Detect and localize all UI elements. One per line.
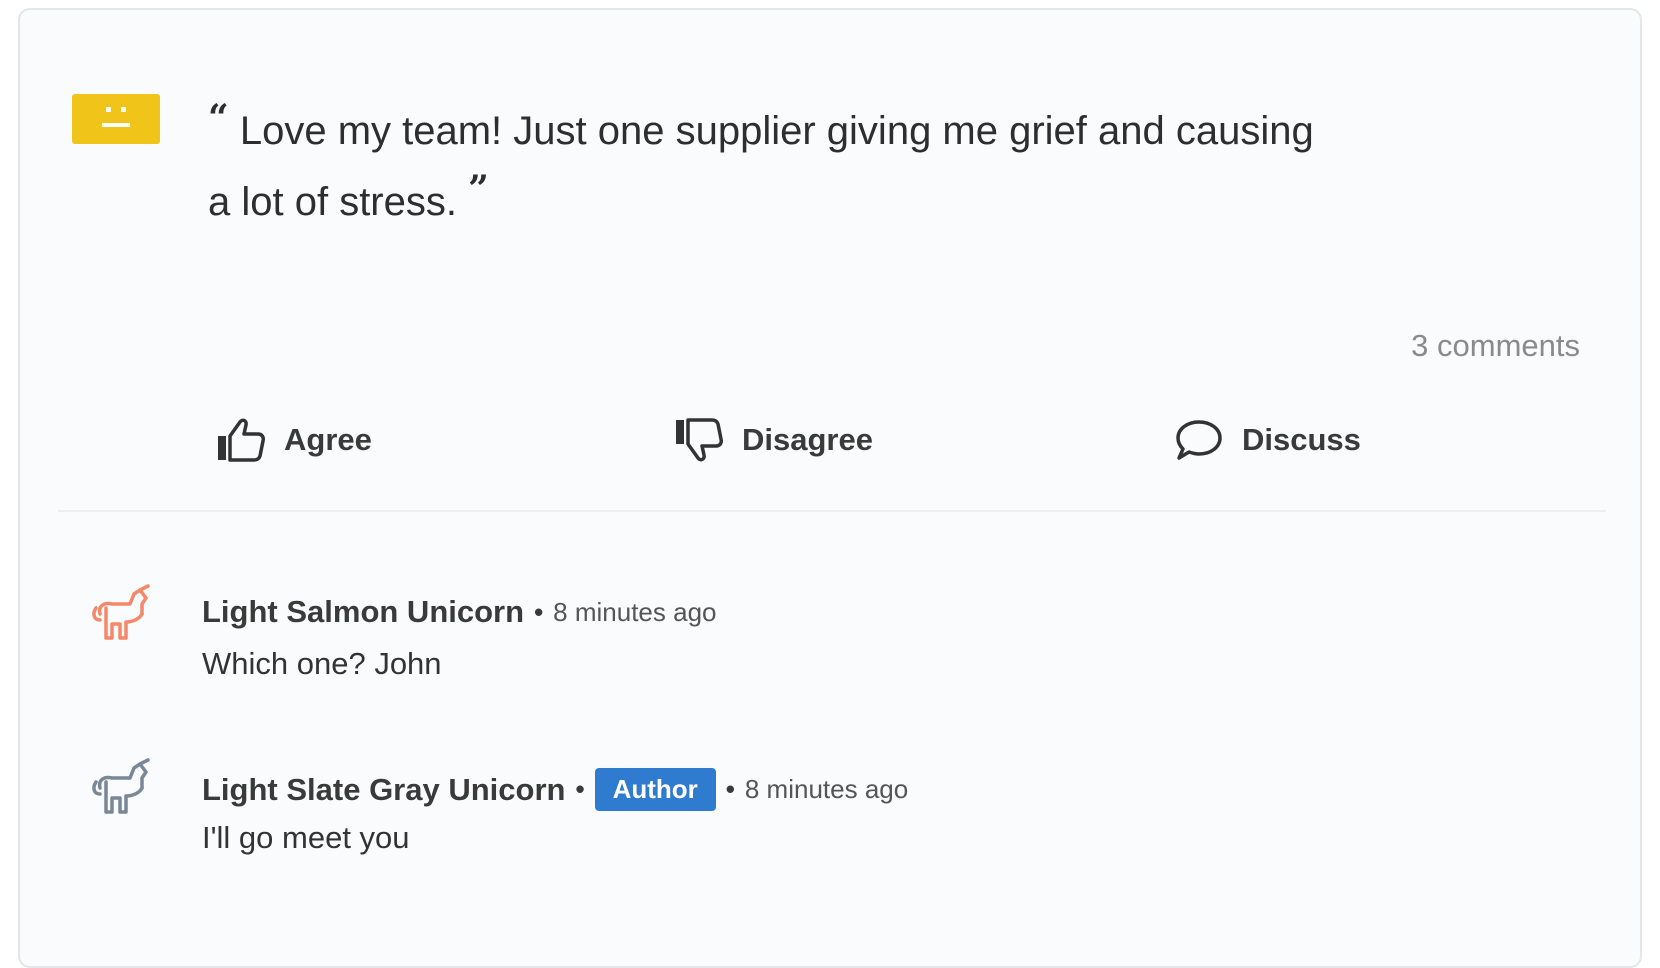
thumbs-up-icon bbox=[218, 418, 265, 462]
comment-time: 8 minutes ago bbox=[744, 774, 909, 804]
thumbs-down-icon bbox=[676, 418, 723, 462]
disagree-button[interactable]: Disagree bbox=[674, 410, 873, 470]
author-badge: Author bbox=[594, 768, 716, 811]
divider bbox=[58, 510, 1606, 512]
quote-line-1: Love my team! Just one supplier giving m… bbox=[239, 109, 1314, 153]
comment-time: 8 minutes ago bbox=[553, 596, 717, 627]
comment-author: Light Salmon Unicorn bbox=[202, 594, 525, 629]
neutral-face-icon bbox=[72, 94, 160, 144]
unicorn-icon bbox=[92, 758, 150, 814]
agree-label: Agree bbox=[284, 422, 372, 457]
post-quote: “ Love my team! Just one supplier giving… bbox=[208, 96, 1528, 238]
close-quote-mark: ” bbox=[468, 168, 489, 210]
separator-dot: • bbox=[575, 774, 585, 804]
comment-header: Light Salmon Unicorn • 8 minutes ago bbox=[202, 594, 717, 630]
action-bar: Agree Disagree Discuss bbox=[20, 410, 1640, 470]
post-card: “ Love my team! Just one supplier giving… bbox=[18, 8, 1642, 968]
comment-header: Light Slate Gray Unicorn • Author • 8 mi… bbox=[202, 768, 908, 811]
face-mouth bbox=[102, 123, 130, 127]
comment-text: Which one? John bbox=[202, 646, 442, 681]
disagree-label: Disagree bbox=[742, 422, 873, 457]
speech-bubble-icon bbox=[1176, 420, 1222, 460]
separator-dot: • bbox=[534, 596, 544, 627]
discuss-label: Discuss bbox=[1242, 422, 1361, 457]
comment-author: Light Slate Gray Unicorn bbox=[202, 771, 566, 807]
comments-count-link[interactable]: 3 comments bbox=[1411, 328, 1580, 364]
face-eye-right bbox=[121, 107, 126, 112]
agree-button[interactable]: Agree bbox=[216, 410, 372, 470]
unicorn-icon bbox=[92, 584, 150, 640]
face-eye-left bbox=[106, 107, 111, 112]
separator-dot: • bbox=[725, 774, 735, 804]
comment-text: I'll go meet you bbox=[202, 820, 410, 855]
open-quote-mark: “ bbox=[208, 97, 229, 139]
discuss-button[interactable]: Discuss bbox=[1174, 410, 1361, 470]
quote-line-2: a lot of stress. bbox=[208, 180, 457, 224]
